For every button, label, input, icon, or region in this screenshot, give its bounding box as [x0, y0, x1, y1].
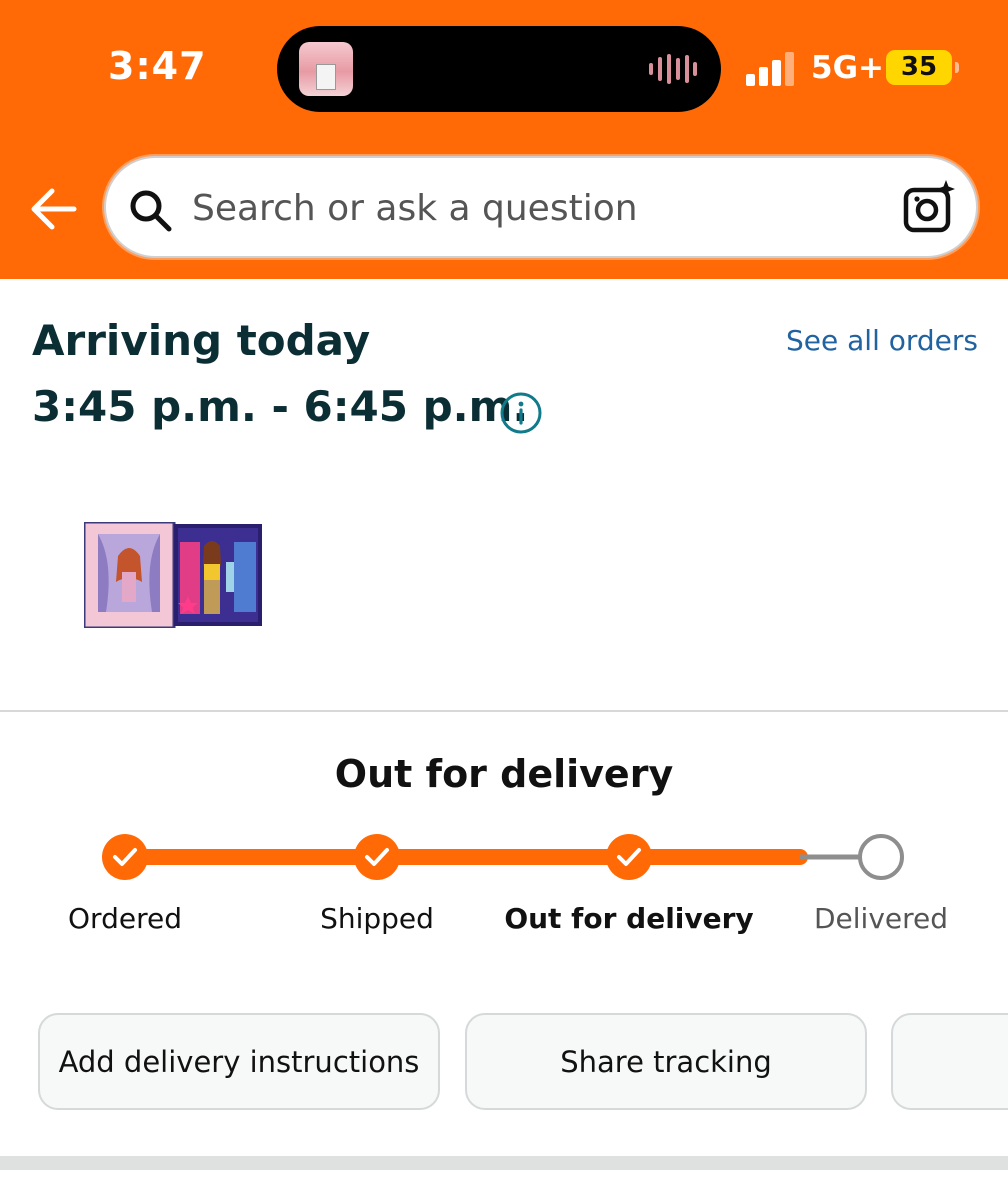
see-all-orders-link[interactable]: See all orders: [786, 324, 978, 357]
step-out-for-delivery-icon: [606, 834, 652, 880]
share-tracking-button[interactable]: Share tracking: [465, 1013, 867, 1110]
battery-indicator: 35: [886, 50, 959, 85]
step-delivered-icon: [858, 834, 904, 880]
add-delivery-instructions-button[interactable]: Add delivery instructions: [38, 1013, 440, 1110]
step-label-shipped: Shipped: [320, 902, 434, 935]
search-icon: [130, 190, 172, 232]
delivery-window: 3:45 p.m. - 6:45 p.m.: [32, 382, 529, 431]
product-image[interactable]: [84, 522, 262, 628]
tracking-status-title: Out for delivery: [334, 752, 674, 796]
step-label-delivered: Delivered: [813, 902, 949, 935]
section-separator: [0, 1156, 1008, 1170]
info-icon[interactable]: [499, 391, 543, 435]
arrival-heading: Arriving today: [32, 316, 371, 365]
tracking-progress-bar: [102, 834, 904, 880]
step-label-ordered: Ordered: [68, 902, 182, 935]
network-type: 5G+: [811, 50, 884, 86]
app-header: 3:47 5G+ 35: [0, 0, 1008, 279]
dynamic-island[interactable]: [277, 26, 721, 112]
step-ordered-icon: [102, 834, 148, 880]
audio-waveform-icon: [649, 54, 697, 84]
step-label-out-for-delivery: Out for delivery: [504, 902, 754, 935]
step-shipped-icon: [354, 834, 400, 880]
back-arrow-icon[interactable]: [28, 186, 78, 232]
now-playing-artwork: [299, 42, 353, 96]
search-input[interactable]: [192, 176, 872, 240]
camera-search-icon[interactable]: [902, 180, 958, 236]
status-time: 3:47: [108, 44, 207, 88]
section-divider: [0, 710, 1008, 712]
more-actions-button[interactable]: [891, 1013, 1008, 1110]
cellular-signal-icon: [746, 52, 794, 86]
search-bar[interactable]: [104, 156, 978, 258]
